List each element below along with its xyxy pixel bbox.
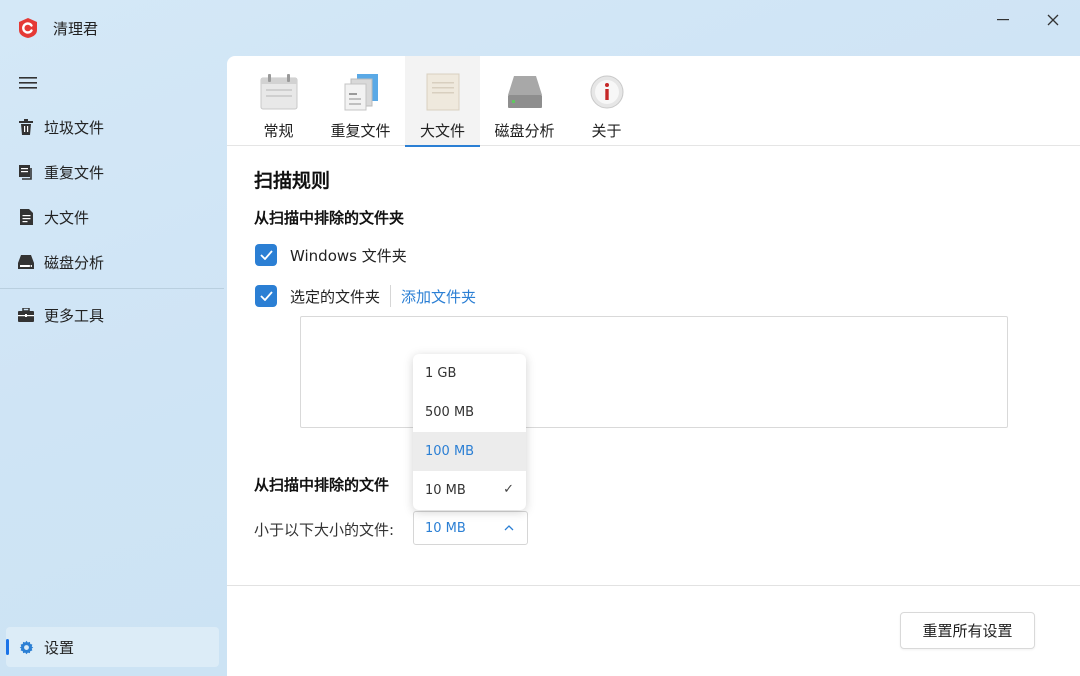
tab-about[interactable]: 关于 [569,56,644,146]
sidebar-item-junk-files[interactable]: 垃圾文件 [6,107,219,147]
size-threshold-label: 小于以下大小的文件: [254,521,395,539]
app-title: 清理君 [53,20,99,38]
sidebar-item-label: 磁盘分析 [44,253,105,272]
size-option-1gb[interactable]: 1 GB [413,354,526,393]
gear-icon [18,639,34,655]
hamburger-menu-icon[interactable] [17,74,39,90]
selected-check-icon: ✓ [503,482,514,497]
sidebar-item-large-files[interactable]: 大文件 [6,197,219,237]
info-icon [587,72,627,112]
sidebar-item-label: 重复文件 [44,163,105,182]
sidebar-item-settings[interactable]: 设置 [6,627,219,667]
tab-disk-analysis[interactable]: 磁盘分析 [487,56,562,146]
minimize-icon [997,19,1009,21]
excluded-files-title: 从扫描中排除的文件 [254,476,390,494]
tab-large-files[interactable]: 大文件 [405,56,480,147]
windows-folder-label: Windows 文件夹 [290,246,407,265]
tab-general[interactable]: 常规 [241,56,316,146]
sidebar-item-label: 大文件 [44,208,90,227]
sidebar-item-label: 设置 [44,638,75,657]
separator [390,285,392,307]
large-file-icon [423,72,463,112]
trash-icon [18,119,34,135]
toolbox-icon [18,307,34,323]
settings-panel: 常规 重复文件 大文件 磁盘分析 关于 扫描规则 从扫描中排除的文件夹 Wind… [227,56,1080,676]
minimize-button[interactable] [988,10,1018,30]
tab-duplicate-files[interactable]: 重复文件 [323,56,398,146]
footer-divider [227,585,1080,586]
duplicate-files-icon [18,164,34,180]
checkmark-icon [259,291,273,301]
duplicate-docs-icon [341,72,381,112]
calendar-icon [259,72,299,112]
settings-tabs: 常规 重复文件 大文件 磁盘分析 关于 [227,56,1080,147]
sidebar-item-duplicate-files[interactable]: 重复文件 [6,152,219,192]
sidebar: 垃圾文件 重复文件 大文件 磁盘分析 更多工具 设置 [0,56,227,676]
size-threshold-select[interactable]: 10 MB [413,511,528,545]
selected-folder-label: 选定的文件夹 [290,287,381,306]
sidebar-item-label: 更多工具 [44,306,105,325]
document-icon [18,209,34,225]
windows-folder-option: Windows 文件夹 [255,244,407,266]
selected-folder-checkbox[interactable] [255,285,277,307]
selected-folder-option: 选定的文件夹 添加文件夹 [255,285,476,307]
size-threshold-value: 10 MB [425,520,466,536]
tab-label: 重复文件 [330,122,391,140]
excluded-folders-list[interactable] [300,316,1008,428]
sidebar-divider [0,288,224,289]
app-logo-icon [19,18,37,38]
tab-label: 大文件 [419,122,465,140]
disk-icon [18,254,34,270]
excluded-folders-title: 从扫描中排除的文件夹 [254,209,405,227]
size-option-500mb[interactable]: 500 MB [413,393,526,432]
size-option-10mb[interactable]: 10 MB ✓ [413,471,526,510]
tab-label: 关于 [591,122,622,140]
tab-label: 磁盘分析 [494,122,555,140]
section-title: 扫描规则 [254,170,331,192]
title-bar: 清理君 [0,0,1080,56]
size-option-label: 10 MB [425,483,466,498]
checkmark-icon [259,250,273,260]
tab-label: 常规 [263,122,294,140]
close-button[interactable] [1038,10,1068,30]
size-options-dropdown: 1 GB 500 MB 100 MB 10 MB ✓ [413,354,526,510]
sidebar-item-disk-analysis[interactable]: 磁盘分析 [6,242,219,282]
add-folder-link[interactable]: 添加文件夹 [401,286,476,307]
reset-all-settings-button[interactable]: 重置所有设置 [900,612,1035,649]
close-icon [1047,14,1059,26]
windows-folder-checkbox[interactable] [255,244,277,266]
hard-drive-icon [505,72,545,112]
sidebar-item-label: 垃圾文件 [44,118,105,137]
sidebar-item-more-tools[interactable]: 更多工具 [6,295,219,335]
chevron-up-icon [504,525,514,531]
size-option-100mb[interactable]: 100 MB [413,432,526,471]
